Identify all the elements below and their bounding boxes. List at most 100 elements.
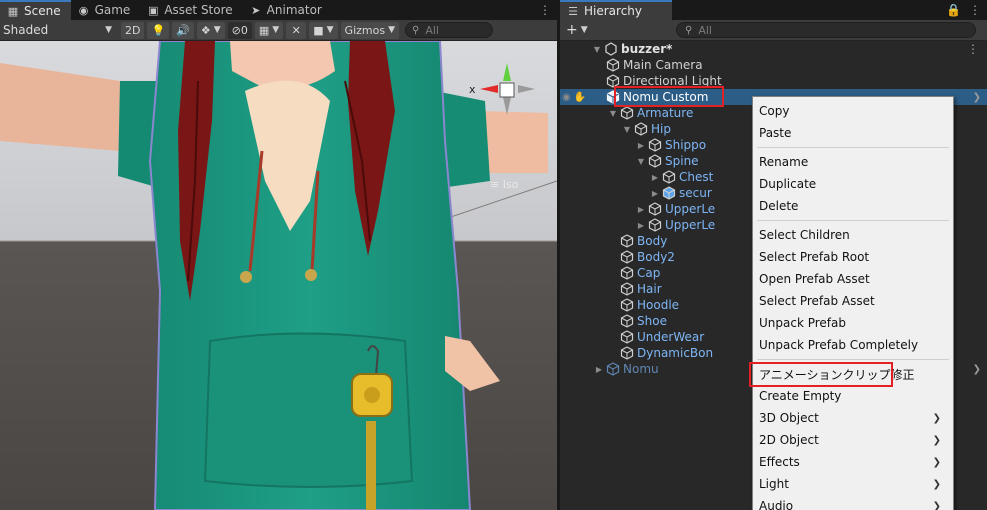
- hierarchy-toolbar: + ▼ ⚲ All: [560, 20, 987, 41]
- shading-mode-dropdown[interactable]: Shaded ▼: [0, 20, 118, 40]
- tab-scene[interactable]: ▦ Scene: [0, 0, 71, 20]
- gameobject-cube-icon: [620, 250, 634, 264]
- scene-root-row[interactable]: ▼ buzzer* ⋮: [560, 41, 987, 57]
- scene-more-options-icon[interactable]: ⋮: [533, 0, 557, 20]
- chevron-down-icon: ▼: [105, 25, 112, 35]
- hierarchy-row-label: UnderWear: [637, 330, 705, 344]
- hierarchy-row-label: DynamicBon: [637, 346, 714, 360]
- tab-scene-label: Scene: [24, 4, 61, 18]
- submenu-arrow-icon: ❯: [932, 478, 941, 490]
- menu-item[interactable]: Select Prefab Asset: [753, 290, 953, 312]
- menu-item[interactable]: Unpack Prefab: [753, 312, 953, 334]
- menu-item[interactable]: 2D Object ❯: [753, 429, 953, 451]
- hierarchy-search-input[interactable]: ⚲ All: [676, 22, 976, 38]
- menu-item[interactable]: Select Prefab Root: [753, 246, 953, 268]
- right-hand: [480, 111, 548, 173]
- collapse-arrow-icon[interactable]: ▶: [636, 205, 646, 214]
- menu-item[interactable]: Duplicate: [753, 173, 953, 195]
- audio-toggle-icon[interactable]: 🔊: [172, 21, 194, 39]
- hierarchy-row-label: Hair: [637, 282, 662, 296]
- collapse-arrow-icon[interactable]: ▶: [650, 189, 660, 198]
- scene-viewport[interactable]: x ≡ Iso: [0, 41, 557, 510]
- scene-visibility-toggle[interactable]: ⊘ 0: [227, 21, 252, 39]
- gameobject-cube-icon: [662, 170, 676, 184]
- expand-arrow-icon[interactable]: ▼: [636, 157, 646, 166]
- collapse-arrow-icon[interactable]: ▶: [594, 365, 604, 374]
- expand-arrow-icon[interactable]: ▼: [592, 45, 602, 54]
- collapse-arrow-icon[interactable]: ▶: [650, 173, 660, 182]
- lighting-toggle-icon[interactable]: 💡: [147, 21, 170, 39]
- menu-item-label: Copy: [759, 104, 790, 118]
- scene-search-placeholder: All: [425, 23, 439, 37]
- menu-item[interactable]: Unpack Prefab Completely: [753, 334, 953, 356]
- gameobject-cube-icon: [620, 266, 634, 280]
- hierarchy-row[interactable]: Main Camera: [560, 57, 987, 73]
- menu-item-label: Duplicate: [759, 177, 817, 191]
- hierarchy-row-label: UpperLe: [665, 218, 716, 232]
- gameobject-cube-icon: [606, 362, 620, 376]
- view-projection-label: ≡ Iso: [490, 178, 519, 191]
- tab-animator-label: Animator: [266, 3, 322, 17]
- collapse-arrow-icon[interactable]: ▶: [636, 221, 646, 230]
- menu-item[interactable]: Effects ❯: [753, 451, 953, 473]
- grid-snap-icon[interactable]: ▦ ▼: [254, 21, 284, 39]
- mode-2d-toggle[interactable]: 2D: [121, 21, 145, 39]
- gameobject-cube-icon: [606, 90, 620, 104]
- menu-item[interactable]: Copy: [753, 100, 953, 122]
- grid-icon: ▦: [7, 4, 19, 18]
- hierarchy-row[interactable]: Directional Light: [560, 73, 987, 89]
- tools-icon[interactable]: ✕: [286, 21, 307, 39]
- hierarchy-more-options-icon[interactable]: ⋮: [969, 3, 981, 17]
- hierarchy-row-label: Shoe: [637, 314, 667, 328]
- store-icon: ▣: [148, 3, 159, 17]
- hierarchy-search-placeholder: All: [698, 23, 712, 37]
- hierarchy-row-label: secur: [679, 186, 712, 200]
- hierarchy-row-label: Shippo: [665, 138, 707, 152]
- tab-animator[interactable]: ➤ Animator: [243, 0, 332, 20]
- gameobject-cube-icon: [606, 58, 620, 72]
- scene-search-input[interactable]: ⚲ All: [405, 22, 493, 38]
- menu-item[interactable]: Light ❯: [753, 473, 953, 495]
- menu-item[interactable]: Select Children: [753, 224, 953, 246]
- collapse-arrow-icon[interactable]: ▶: [636, 141, 646, 150]
- effects-toggle-icon[interactable]: ❖ ▼: [196, 21, 225, 39]
- hierarchy-row-label: Spine: [665, 154, 699, 168]
- menu-item-label: Rename: [759, 155, 809, 169]
- gameobject-cube-icon: [620, 314, 634, 328]
- add-object-button[interactable]: + ▼: [560, 22, 594, 38]
- expand-arrow-icon[interactable]: ▼: [608, 109, 618, 118]
- menu-item[interactable]: Audio ❯: [753, 495, 953, 510]
- open-prefab-chevron-icon[interactable]: ❯: [973, 364, 981, 375]
- menu-item-label: 2D Object: [759, 433, 819, 447]
- menu-item-label: Effects: [759, 455, 800, 469]
- menu-item[interactable]: Paste: [753, 122, 953, 144]
- submenu-arrow-icon: ❯: [932, 434, 941, 446]
- menu-item[interactable]: アニメーションクリップ修正: [749, 362, 953, 387]
- scene-tab-bar: ▦ Scene ◉ Game ▣ Asset Store ➤ Animator …: [0, 0, 557, 20]
- eye-slash-icon: ⊘: [231, 23, 241, 37]
- menu-item[interactable]: Open Prefab Asset: [753, 268, 953, 290]
- menu-item[interactable]: Rename: [753, 151, 953, 173]
- open-prefab-chevron-icon[interactable]: ❯: [973, 92, 981, 103]
- tab-game[interactable]: ◉ Game: [71, 0, 141, 20]
- hierarchy-tab-bar: ☰ Hierarchy 🔒 ⋮: [560, 0, 987, 20]
- context-menu: Copy Paste Rename Duplicate Delete Select Chi…: [749, 96, 954, 510]
- gameobject-cube-icon: [620, 282, 634, 296]
- lock-icon[interactable]: 🔒: [946, 3, 961, 17]
- gameobject-cube-icon: [648, 138, 662, 152]
- menu-item[interactable]: 3D Object ❯: [753, 407, 953, 429]
- scene-more-icon[interactable]: ⋮: [967, 42, 979, 56]
- tab-hierarchy[interactable]: ☰ Hierarchy: [560, 0, 673, 20]
- menu-item-label: Select Children: [759, 228, 850, 242]
- tab-asset-store[interactable]: ▣ Asset Store: [140, 0, 242, 20]
- gameobject-cube-icon: [648, 218, 662, 232]
- menu-item[interactable]: Delete: [753, 195, 953, 217]
- expand-arrow-icon[interactable]: ▼: [622, 125, 632, 134]
- visibility-eye-icon[interactable]: ◉ ✋: [562, 92, 586, 103]
- menu-item-label: 3D Object: [759, 411, 819, 425]
- hierarchy-row-label: Main Camera: [623, 58, 703, 72]
- gizmos-dropdown[interactable]: Gizmos ▼: [340, 21, 399, 39]
- camera-icon[interactable]: ■ ▼: [309, 21, 338, 39]
- menu-item[interactable]: Create Empty: [753, 385, 953, 407]
- menu-item-label: Select Prefab Root: [759, 250, 870, 264]
